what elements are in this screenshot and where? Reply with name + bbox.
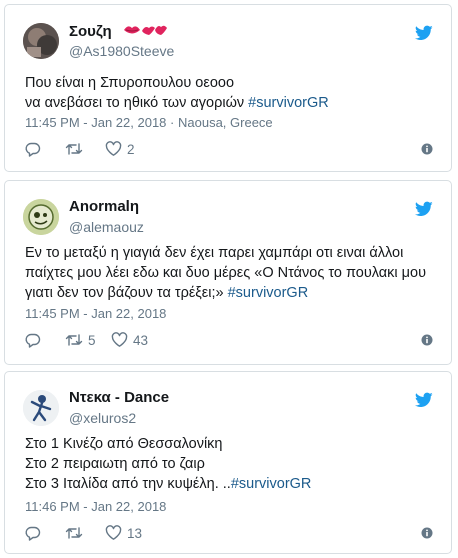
reply-icon xyxy=(25,333,41,348)
meta-separator: · xyxy=(170,115,178,130)
like-icon xyxy=(105,141,122,156)
tweet-text-line: Στο 3 Ιταλίδα από την κυψέλη. .. xyxy=(25,476,231,492)
tweet-text-content: Εν το μεταξύ η γιαγιά δεν έχει παρει χαμ… xyxy=(25,245,427,301)
like-icon xyxy=(111,332,128,347)
info-icon[interactable] xyxy=(421,334,433,346)
tweet-meta: 11:45 PM - Jan 22, 2018 xyxy=(25,306,166,321)
tweet-card[interactable]: Ντεκα - Dance @xeluros2 Στο 1 Κινέζο από… xyxy=(4,371,452,554)
reply-button[interactable] xyxy=(25,332,41,348)
location[interactable]: Naousa, Greece xyxy=(178,115,273,130)
reply-icon xyxy=(25,142,41,157)
tweet-actions: 5 43 xyxy=(25,332,433,352)
tweet-text: Εν το μεταξύ η γιαγιά δεν έχει παρει χαμ… xyxy=(25,243,435,303)
tweet-actions: 2 xyxy=(25,141,433,161)
retweet-icon xyxy=(65,527,83,539)
retweet-icon xyxy=(65,334,83,346)
avatar[interactable] xyxy=(23,23,59,59)
twitter-bird-icon[interactable] xyxy=(415,392,433,408)
tweet-actions: 13 xyxy=(25,525,433,545)
retweet-button[interactable]: 5 xyxy=(65,332,96,348)
tweet-header: Σουζη @As1980Steeve xyxy=(5,5,451,65)
tweet-text-line: Στο 2 πειραιωτη από το ζαιρ xyxy=(25,456,205,472)
like-count: 13 xyxy=(127,525,143,541)
avatar-image xyxy=(23,199,59,235)
tweet-card[interactable]: Σουζη @As1980Steeve Που είναι η Σπυροπου… xyxy=(4,4,452,172)
timestamp[interactable]: 11:45 PM - Jan 22, 2018 xyxy=(25,115,166,130)
tweet-text-line: Στο 1 Κινέζο από Θεσσαλονίκη xyxy=(25,436,223,452)
retweet-button[interactable] xyxy=(65,525,83,541)
like-count: 43 xyxy=(133,332,149,348)
like-count: 2 xyxy=(127,141,135,157)
tweet-text: Που είναι η Σπυροπουλου οεοοο να ανεβάσε… xyxy=(25,73,435,113)
retweet-button[interactable] xyxy=(65,141,88,157)
twitter-bird-icon[interactable] xyxy=(415,201,433,217)
info-icon[interactable] xyxy=(421,143,433,155)
tweet-text: Στο 1 Κινέζο από Θεσσαλονίκη Στο 2 πειρα… xyxy=(25,434,435,494)
tweet-meta: 11:46 PM - Jan 22, 2018 xyxy=(25,499,166,514)
kiss-lips-icon xyxy=(122,22,168,42)
hashtag-link[interactable]: #survivorGR xyxy=(231,476,312,492)
like-icon xyxy=(105,525,122,540)
like-button[interactable]: 13 xyxy=(105,525,142,541)
avatar[interactable] xyxy=(23,390,59,426)
avatar-image xyxy=(23,23,59,59)
reply-button[interactable] xyxy=(25,525,41,541)
user-handle[interactable]: @alemaouz xyxy=(69,219,144,235)
like-button[interactable]: 2 xyxy=(105,141,135,157)
display-name[interactable]: Anormalη xyxy=(69,198,139,215)
like-button[interactable]: 43 xyxy=(111,332,148,348)
retweet-icon xyxy=(65,143,83,155)
tweet-meta: 11:45 PM - Jan 22, 2018 · Naousa, Greece xyxy=(25,115,273,130)
retweet-count: 5 xyxy=(88,332,96,348)
avatar[interactable] xyxy=(23,199,59,235)
avatar-image xyxy=(23,390,59,426)
tweet-text-line: να ανεβάσει το ηθικό των αγοριών xyxy=(25,95,249,111)
timestamp[interactable]: 11:45 PM - Jan 22, 2018 xyxy=(25,306,166,321)
timestamp[interactable]: 11:46 PM - Jan 22, 2018 xyxy=(25,499,166,514)
tweet-header: Ντεκα - Dance @xeluros2 xyxy=(5,372,451,432)
user-handle[interactable]: @As1980Steeve xyxy=(69,43,174,59)
display-name[interactable]: Ντεκα - Dance xyxy=(69,389,169,406)
info-icon[interactable] xyxy=(421,527,433,539)
reply-icon xyxy=(25,526,41,541)
display-name[interactable]: Σουζη xyxy=(69,22,168,42)
tweet-feed: Σουζη @As1980Steeve Που είναι η Σπυροπου… xyxy=(0,0,458,558)
twitter-bird-icon[interactable] xyxy=(415,25,433,41)
tweet-card[interactable]: Anormalη @alemaouz Εν το μεταξύ η γιαγιά… xyxy=(4,180,452,365)
user-handle[interactable]: @xeluros2 xyxy=(69,410,136,426)
hashtag-link[interactable]: #survivorGR xyxy=(248,95,329,111)
tweet-text-line: Που είναι η Σπυροπουλου οεοοο xyxy=(25,75,235,91)
reply-button[interactable] xyxy=(25,141,41,157)
hashtag-link[interactable]: #survivorGR xyxy=(228,285,309,301)
tweet-header: Anormalη @alemaouz xyxy=(5,181,451,241)
